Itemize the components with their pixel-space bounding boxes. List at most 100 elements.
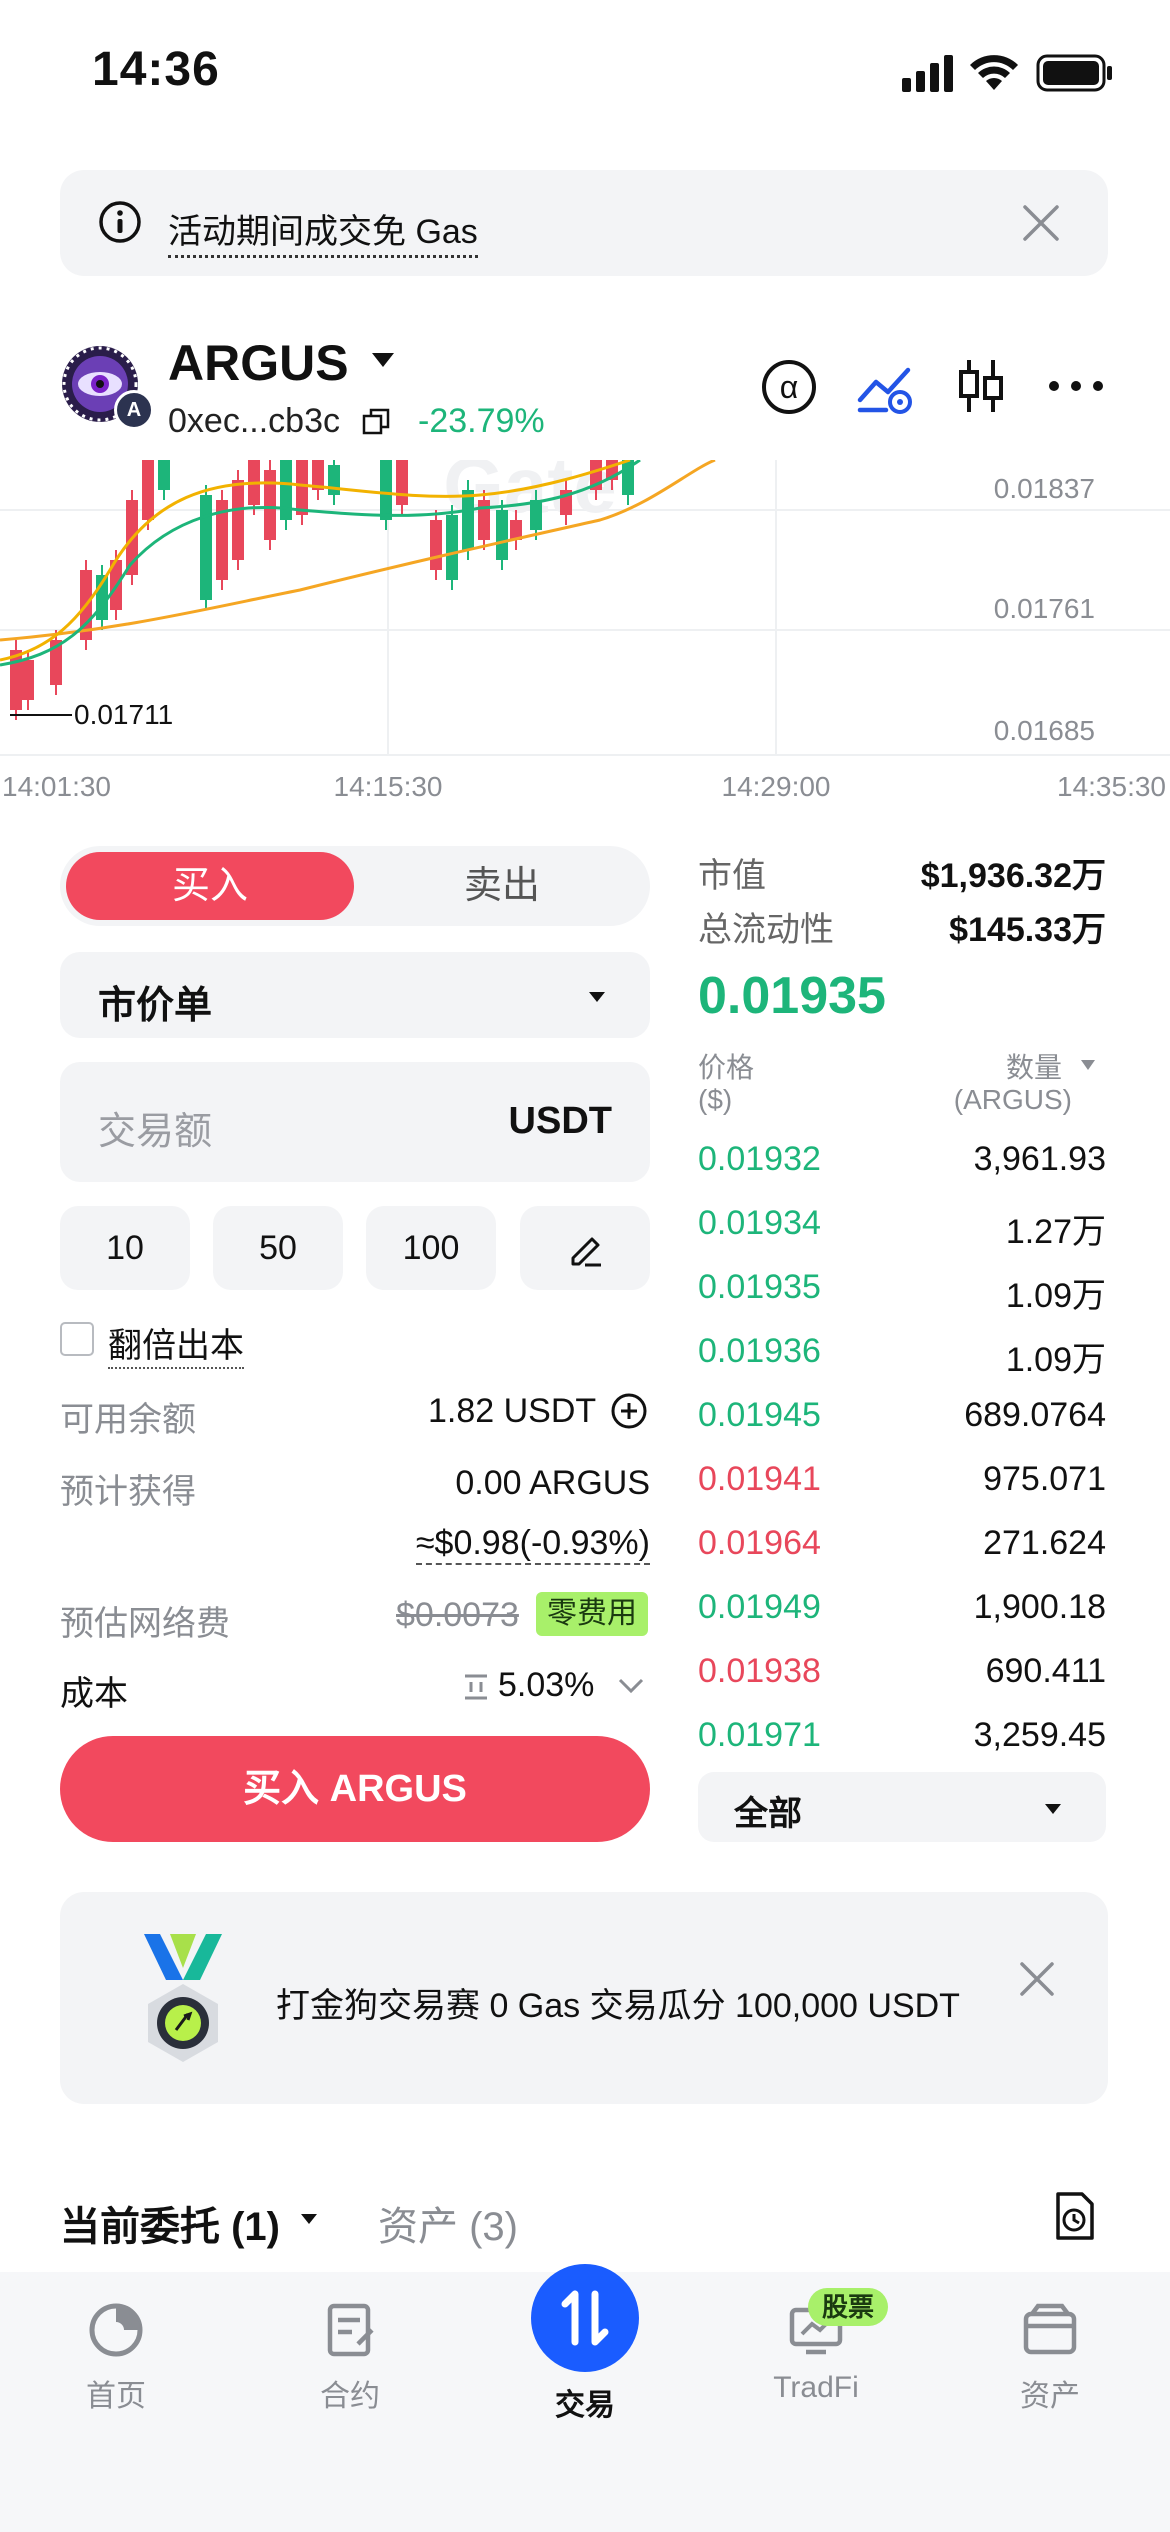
nav-contract-label: 合约	[320, 2380, 380, 2413]
svg-text:α: α	[780, 369, 799, 405]
price-tick: 0.01837	[994, 473, 1095, 504]
chain-badge: A	[114, 390, 154, 430]
tab-assets[interactable]: 资产 (3)	[378, 2194, 518, 2252]
zero-fee-badge: 零费用	[536, 1592, 648, 1636]
caret-down-icon	[588, 990, 606, 1002]
nav-home[interactable]: 首页	[36, 2300, 196, 2415]
available-label: 可用余额	[60, 1401, 196, 1439]
token-address: 0xec...cb3c	[168, 402, 340, 440]
orderbook-price[interactable]: 0.01935	[698, 1268, 821, 1307]
buy-button[interactable]: 买入 ARGUS	[60, 1736, 650, 1842]
quick-amount-10[interactable]: 10	[60, 1206, 190, 1290]
promo-text: 打金狗交易赛 0 Gas 交易瓜分 100,000 USDT	[276, 1987, 960, 2025]
caret-down-icon[interactable]	[1080, 1058, 1096, 1070]
at-icon[interactable]: α	[760, 358, 818, 416]
slippage-icon	[462, 1672, 490, 1702]
time-tick: 14:15:30	[334, 771, 443, 802]
notice-banner: 活动期间成交免 Gas	[60, 170, 1108, 276]
market-cap-value: $1,936.32万	[920, 857, 1106, 895]
orderbook-qty-header[interactable]: 数量	[1006, 1046, 1062, 1086]
fee-label: 预估网络费	[60, 1605, 230, 1643]
nav-contract[interactable]: 合约	[270, 2300, 430, 2415]
amount-input[interactable]: 交易额 USDT	[60, 1062, 650, 1182]
orderbook-qty[interactable]: 1.09万	[1006, 1268, 1106, 1317]
quick-amount-50[interactable]: 50	[213, 1206, 343, 1290]
home-icon	[89, 2303, 143, 2357]
orderbook-price[interactable]: 0.01971	[698, 1716, 821, 1755]
double-principal-checkbox[interactable]	[60, 1322, 94, 1356]
double-principal-label[interactable]: 翻倍出本	[108, 1318, 244, 1369]
orderbook-qty-unit: (ARGUS)	[953, 1084, 1072, 1115]
notice-text[interactable]: 活动期间成交免 Gas	[168, 204, 478, 258]
orderbook-qty[interactable]: 975.071	[983, 1460, 1106, 1499]
orderbook-qty[interactable]: 1,900.18	[974, 1588, 1106, 1627]
stocks-badge: 股票	[808, 2288, 888, 2326]
expected-label: 预计获得	[60, 1473, 196, 1511]
info-icon	[98, 200, 142, 244]
orderbook-price-header: 价格	[698, 1052, 755, 1083]
orderbook-price[interactable]: 0.01941	[698, 1460, 821, 1499]
orderbook-filter-select[interactable]: 全部	[698, 1772, 1106, 1842]
nav-trade-label: 交易	[555, 2389, 615, 2422]
orderbook-qty[interactable]: 689.0764	[964, 1396, 1106, 1435]
candlestick-icon[interactable]	[956, 356, 1006, 416]
cost-value[interactable]: 5.03%	[498, 1666, 594, 1705]
caret-down-icon[interactable]	[370, 350, 396, 370]
orderbook-price[interactable]: 0.01932	[698, 1140, 821, 1179]
market-cap-label: 市值	[698, 857, 766, 895]
orderbook-qty[interactable]: 3,259.45	[974, 1716, 1106, 1755]
quick-amount-100[interactable]: 100	[366, 1206, 496, 1290]
price-alert-icon[interactable]	[856, 360, 916, 416]
amount-unit: USDT	[508, 1100, 612, 1142]
low-price-marker: 0.01711	[74, 699, 173, 730]
liquidity-value: $145.33万	[949, 911, 1106, 949]
orderbook-qty[interactable]: 690.411	[986, 1652, 1106, 1691]
time-tick: 14:35:30	[1057, 771, 1166, 802]
orderbook-price[interactable]: 0.01949	[698, 1588, 821, 1627]
wifi-icon	[968, 52, 1020, 92]
orderbook-price[interactable]: 0.01936	[698, 1332, 821, 1371]
nav-tradfi-label: TradFi	[773, 2371, 859, 2404]
copy-icon[interactable]	[360, 406, 392, 438]
price-tick: 0.01761	[994, 593, 1095, 624]
battery-icon	[1036, 54, 1114, 92]
order-history-icon[interactable]	[1052, 2190, 1096, 2242]
tab-buy[interactable]: 买入	[66, 852, 354, 920]
tab-sell[interactable]: 卖出	[360, 852, 644, 920]
price-chart[interactable]: Gate 0.01837 0.01761 0.01685 0.01711 14:…	[0, 441, 1170, 810]
nav-assets[interactable]: 资产	[970, 2300, 1130, 2415]
caret-down-icon	[1044, 1802, 1062, 1814]
price-tick: 0.01685	[994, 715, 1095, 746]
order-type-select[interactable]: 市价单	[60, 952, 650, 1038]
add-funds-icon[interactable]	[610, 1392, 648, 1430]
expected-usd[interactable]: ≈$0.98(-0.93%)	[415, 1524, 650, 1565]
more-icon[interactable]	[1046, 376, 1106, 396]
fee-value: $0.0073	[396, 1596, 519, 1634]
pencil-icon	[571, 1237, 601, 1267]
nav-home-label: 首页	[86, 2380, 146, 2413]
orderbook-price[interactable]: 0.01945	[698, 1396, 821, 1435]
orderbook-qty[interactable]: 271.624	[983, 1524, 1106, 1563]
orderbook-qty[interactable]: 1.27万	[1006, 1204, 1106, 1253]
status-time: 14:36	[92, 43, 220, 96]
orderbook-qty[interactable]: 3,961.93	[974, 1140, 1106, 1179]
time-tick: 14:29:00	[722, 771, 831, 802]
close-icon[interactable]	[1018, 1960, 1056, 1998]
edit-amount-button[interactable]	[520, 1206, 650, 1290]
orderbook-price[interactable]: 0.01934	[698, 1204, 821, 1243]
cost-label: 成本	[60, 1675, 128, 1713]
chevron-down-icon[interactable]	[618, 1678, 644, 1694]
current-price: 0.01935	[698, 967, 886, 1025]
token-name[interactable]: ARGUS	[168, 334, 349, 392]
order-type-value: 市价单	[98, 985, 213, 1027]
trade-icon	[531, 2264, 639, 2372]
orderbook-qty[interactable]: 1.09万	[1006, 1332, 1106, 1381]
cellular-signal-icon	[902, 54, 958, 94]
nav-trade[interactable]: 交易	[505, 2264, 665, 2424]
promo-banner[interactable]: 打金狗交易赛 0 Gas 交易瓜分 100,000 USDT	[60, 1892, 1108, 2104]
close-icon[interactable]	[1020, 202, 1062, 244]
caret-down-icon[interactable]	[300, 2212, 318, 2226]
tab-current-orders[interactable]: 当前委托 (1)	[60, 2194, 280, 2252]
orderbook-price[interactable]: 0.01964	[698, 1524, 821, 1563]
orderbook-price[interactable]: 0.01938	[698, 1652, 821, 1691]
